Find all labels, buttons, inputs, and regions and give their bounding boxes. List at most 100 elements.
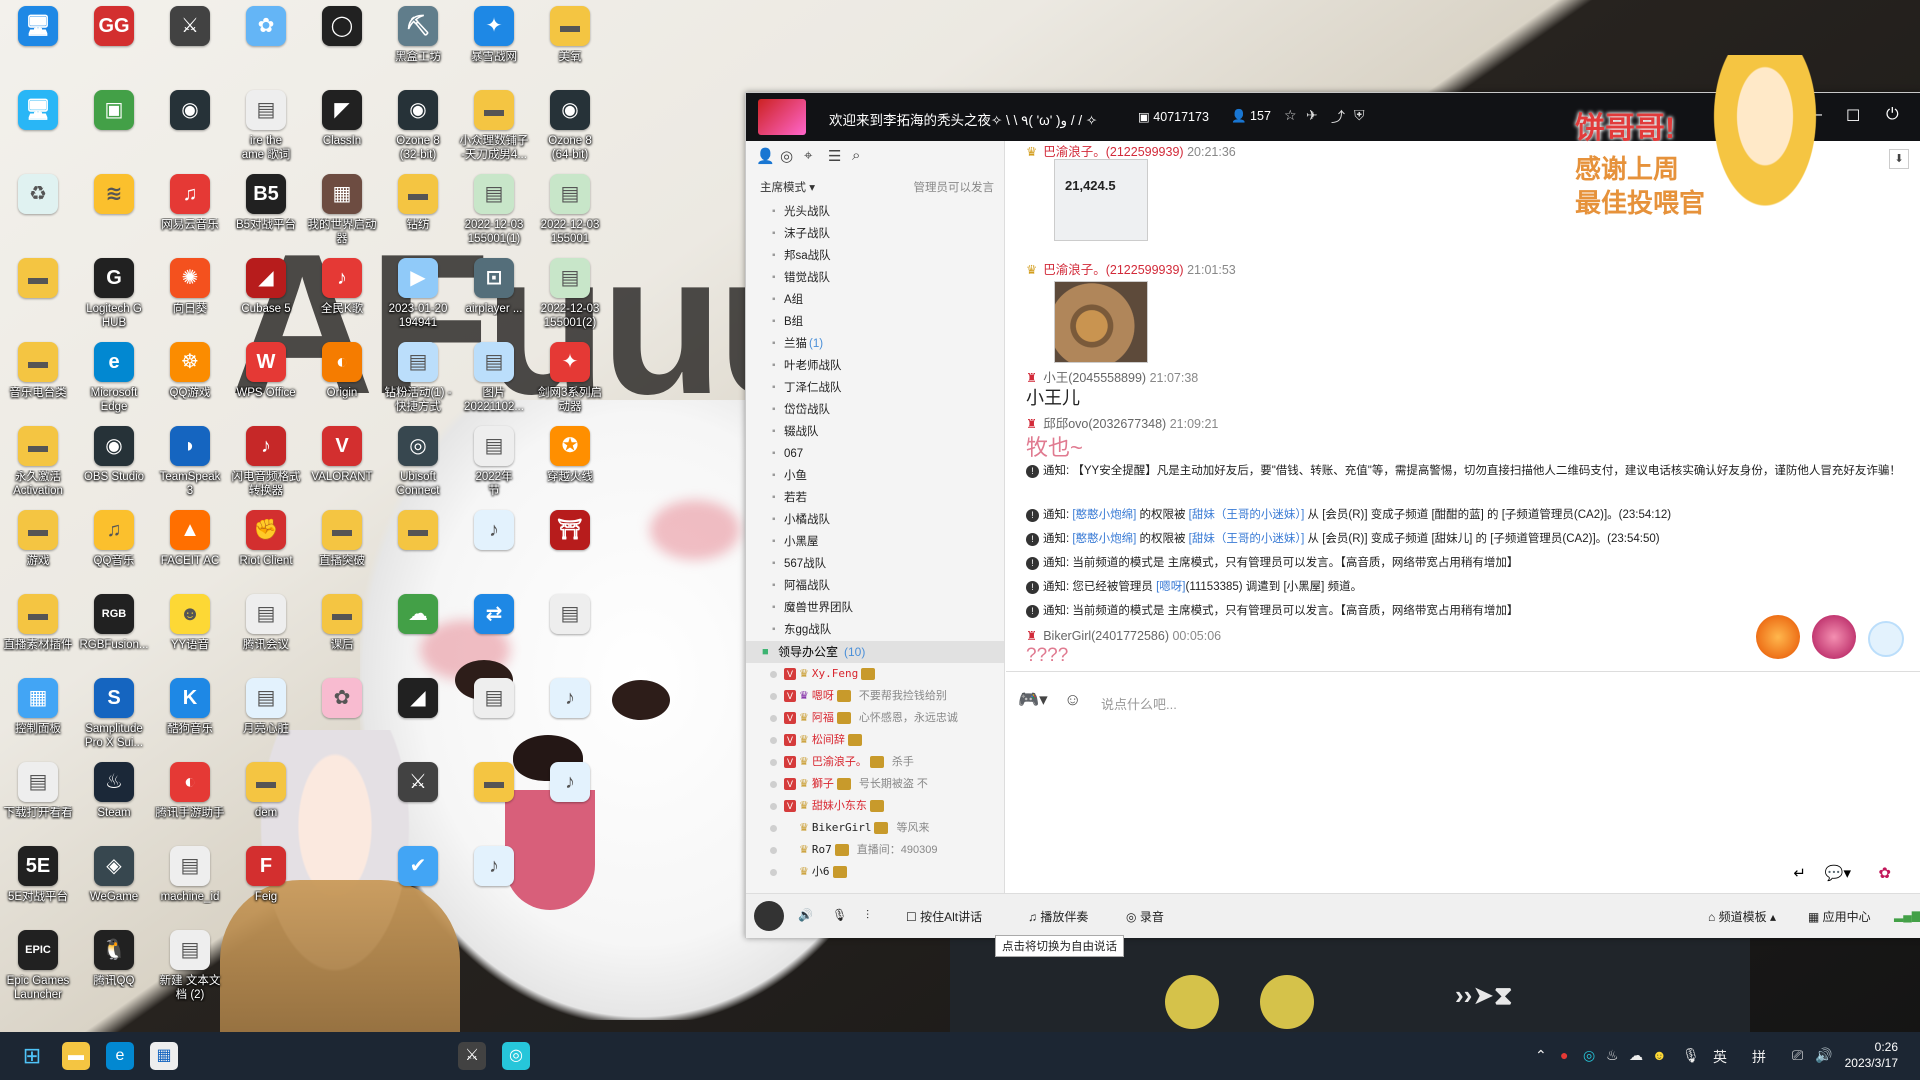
desktop-icon[interactable]: ▤ 新建 文本文 档 (2) xyxy=(152,930,228,1002)
desktop-icon[interactable]: ⚔ xyxy=(152,6,228,50)
member-item[interactable]: ♛ BikerGirl 等风来 xyxy=(746,817,1004,839)
desktop-icon[interactable]: ▶ 2023-01-20 194941 xyxy=(380,258,456,330)
channel-item[interactable]: 阿福战队 xyxy=(746,575,1004,597)
input-placeholder[interactable]: 说点什么吧... xyxy=(1101,694,1177,713)
user-avatar[interactable] xyxy=(754,901,784,931)
maximize-icon[interactable]: ☐ xyxy=(1846,106,1860,126)
desktop-icon[interactable]: ▬ 音乐电台类 xyxy=(0,342,76,400)
user-icon[interactable]: 👤 xyxy=(756,147,775,165)
desktop-icon[interactable]: ✺ 向日葵 xyxy=(152,258,228,316)
message-username[interactable]: BikerGirl(2401772586) xyxy=(1043,629,1169,643)
channel-item[interactable]: 小橘战队 xyxy=(746,509,1004,531)
start-windows-icon[interactable]: ⊞ xyxy=(18,1042,46,1070)
desktop-icon[interactable]: ✿ xyxy=(304,678,380,722)
channel-template-button[interactable]: ⌂ 频道模板 ▴ xyxy=(1708,908,1776,925)
desktop-icon[interactable]: ▬ dem xyxy=(228,762,304,820)
member-item[interactable]: V ♛ 獅子 号长期被盗 不 xyxy=(746,773,1004,795)
chairman-mode-dropdown[interactable]: 主席模式 ▾ xyxy=(760,179,815,195)
app-center-button[interactable]: ▦ 应用中心 xyxy=(1808,908,1871,925)
channel-item[interactable]: 567战队 xyxy=(746,553,1004,575)
notice-link[interactable]: [甜妹（王哥的小迷妹）] xyxy=(1189,509,1305,521)
desktop-icon[interactable]: ⛏ 黑盒工坊 xyxy=(380,6,456,64)
notice-link[interactable]: [憨憨小炮绵] xyxy=(1072,509,1136,521)
desktop-icon[interactable]: ▬ 钻纺 xyxy=(380,174,456,232)
emoji-icon[interactable]: ☺ xyxy=(1064,690,1081,710)
desktop-icon[interactable]: ✔ xyxy=(380,846,456,890)
desktop-icon[interactable]: ♪ xyxy=(456,846,532,890)
desktop-icon[interactable]: ♪ xyxy=(456,510,532,554)
volume-icon[interactable]: 🔊 xyxy=(1815,1047,1832,1064)
play-music-button[interactable]: ♫ 播放伴奏 xyxy=(1028,908,1088,925)
member-item[interactable]: ♛ Ro7 直播间：490309 xyxy=(746,839,1004,861)
desktop-icon[interactable]: ♫ QQ音乐 xyxy=(76,510,152,568)
scroll-bottom-icon[interactable]: ⬇ xyxy=(1889,149,1909,169)
desktop-icon[interactable]: ▤ xyxy=(456,678,532,722)
desktop-icon[interactable]: ▤ 2022年 节 xyxy=(456,426,532,498)
chat-bubble-icon[interactable]: ◎ xyxy=(780,147,793,165)
desktop-icon[interactable]: ◐ Origin xyxy=(304,342,380,400)
desktop-icon[interactable]: ⛩ xyxy=(532,510,608,554)
desktop-icon[interactable]: 5E 5E对战平台 xyxy=(0,846,76,904)
desktop-icon[interactable]: ▬ 小众理数铺子 -天刀成男4... xyxy=(456,90,532,162)
mic-tray-icon[interactable]: 🎙 xyxy=(1682,1047,1700,1064)
channel-avatar[interactable] xyxy=(758,99,806,135)
desktop-icon[interactable]: G Logitech G HUB xyxy=(76,258,152,330)
ime-mode[interactable]: 拼 xyxy=(1752,1047,1766,1067)
power-icon[interactable]: ⏻ xyxy=(1886,106,1899,124)
message-username[interactable]: 邱邱ovo(2032677348) xyxy=(1043,417,1166,431)
enter-icon[interactable]: ↵ xyxy=(1793,864,1806,882)
notice-link[interactable]: [甜妹（王哥的小迷妹）] xyxy=(1189,533,1305,545)
equalizer-icon[interactable]: ⫶ xyxy=(866,908,869,923)
channel-item[interactable]: 辍战队 xyxy=(746,421,1004,443)
desktop-icon[interactable]: ▬ 直播素材插件 xyxy=(0,594,76,652)
desktop-icon[interactable]: ♪ xyxy=(532,678,608,722)
desktop-icon[interactable]: ▦ 我的世界启动 器 xyxy=(304,174,380,246)
desktop-icon[interactable]: ▣ xyxy=(76,90,152,134)
desktop-icon[interactable]: GG xyxy=(76,6,152,50)
channel-item[interactable]: 岱岱战队 xyxy=(746,399,1004,421)
store-icon[interactable]: ▦ xyxy=(150,1042,178,1070)
desktop-icon[interactable]: ✦ 暴雪战网 xyxy=(456,6,532,64)
tray-expand-icon[interactable]: ⌃ xyxy=(1535,1047,1547,1064)
channel-item[interactable]: 沫子战队 xyxy=(746,223,1004,245)
channel-item[interactable]: B组 xyxy=(746,311,1004,333)
desktop-icon[interactable]: F Feig xyxy=(228,846,304,904)
desktop-icon[interactable]: ▲ FACEIT AC xyxy=(152,510,228,568)
settings-badge-icon[interactable] xyxy=(1868,621,1904,657)
desktop-icon[interactable]: ▦ 控制面板 xyxy=(0,678,76,736)
desktop-icon[interactable]: ≋ xyxy=(76,174,152,218)
channel-item[interactable]: 错觉战队 xyxy=(746,267,1004,289)
desktop-icon[interactable]: ♨ Steam xyxy=(76,762,152,820)
desktop-icon[interactable]: ✪ 穿越火线 xyxy=(532,426,608,484)
taskbar-clock[interactable]: 0:26 2023/3/17 xyxy=(1845,1039,1898,1071)
channel-item[interactable]: 兰猫(1) xyxy=(746,333,1004,355)
ime-language[interactable]: 英 xyxy=(1713,1047,1727,1067)
desktop-icon[interactable]: ▤ 月亮心脏 xyxy=(228,678,304,736)
desktop-icon[interactable]: ✊ Riot Client xyxy=(228,510,304,568)
steam-tray-icon[interactable]: ♨ xyxy=(1606,1047,1619,1064)
desktop-icon[interactable]: ☻ YY语音 xyxy=(152,594,228,652)
network-icon[interactable]: ⎚ xyxy=(1792,1047,1803,1064)
channel-item[interactable]: 若若 xyxy=(746,487,1004,509)
gamepad-icon[interactable]: 🎮▾ xyxy=(1018,690,1048,710)
channel-item[interactable]: 光头战队 xyxy=(746,201,1004,223)
desktop-icon[interactable]: ◎ Ubisoft Connect xyxy=(380,426,456,498)
share-icon[interactable]: ⤴ xyxy=(1331,107,1345,127)
member-item[interactable]: ♛ 小6 xyxy=(746,861,1004,883)
desktop-icon[interactable]: ◉ Ozone 8 (32-bit) xyxy=(380,90,456,162)
desktop-icon[interactable]: ◗ TeamSpeak 3 xyxy=(152,426,228,498)
member-item[interactable]: V ♛ 阿福 心怀感恩，永远忠诚 xyxy=(746,707,1004,729)
desktop-icon[interactable]: ✦ 剑网3系列启 动器 xyxy=(532,342,608,414)
desktop-icon[interactable]: ▤ machine_id xyxy=(152,846,228,904)
channel-item[interactable]: 小黑屋 xyxy=(746,531,1004,553)
desktop-icon[interactable]: ▤ 图片 20221102... xyxy=(456,342,532,414)
desktop-icon[interactable]: ☁ xyxy=(380,594,456,638)
desktop-icon[interactable]: ◐ 腾讯手游助手 xyxy=(152,762,228,820)
desktop-icon[interactable]: ◯ xyxy=(304,6,380,50)
message-username[interactable]: 巴渝浪子。(2122599939) xyxy=(1043,263,1183,277)
cloud-tray-icon[interactable]: ☁ xyxy=(1629,1047,1643,1064)
desktop-icon[interactable]: ♫ 网易云音乐 xyxy=(152,174,228,232)
desktop-icon[interactable]: S Samplitude Pro X Sui... xyxy=(76,678,152,750)
desktop-icon[interactable]: e Microsoft Edge xyxy=(76,342,152,414)
desktop-icon[interactable]: ▬ xyxy=(380,510,456,554)
